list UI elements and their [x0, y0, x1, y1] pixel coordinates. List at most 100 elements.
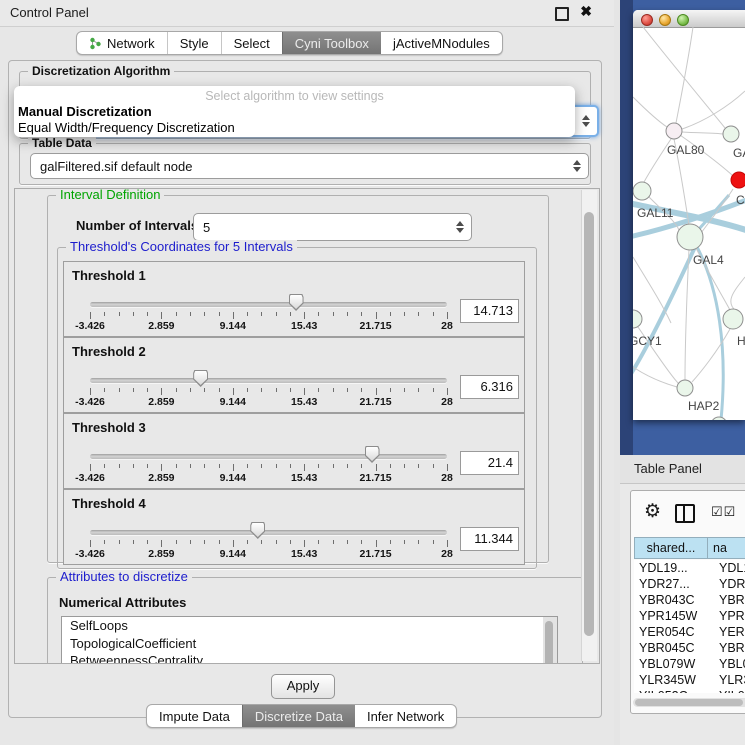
table-horizontal-scrollbar[interactable]	[633, 698, 745, 707]
threshold-value-field[interactable]: 6.316	[460, 375, 519, 399]
table-row[interactable]: YIL052CYIL0	[634, 688, 745, 693]
slider-tick	[418, 540, 419, 544]
table-cell-shared-name: YER054C	[634, 625, 713, 639]
threshold-value-field[interactable]: 21.4	[460, 451, 519, 475]
network-canvas[interactable]: GAL80GACGAL11GAL4GCY1HHAP2	[633, 27, 745, 420]
slider-tick-label: 2.859	[148, 548, 174, 560]
slider-tick	[176, 540, 177, 544]
slider-thumb[interactable]	[250, 522, 265, 539]
slider-tick-label: 28	[441, 396, 453, 408]
slider-tick-labels: -3.4262.8599.14415.4321.71528	[90, 396, 447, 408]
table-row[interactable]: YBR045CYBR0	[634, 640, 745, 656]
slider-tick	[333, 388, 334, 392]
numerical-attribute-item[interactable]: SelfLoops	[62, 617, 544, 635]
slider-tick	[433, 540, 434, 544]
select-columns-icon[interactable]: ☑☑	[711, 504, 736, 520]
tab-select[interactable]: Select	[221, 32, 282, 54]
algorithm-option-equal-width[interactable]: Equal Width/Frequency Discretization	[14, 120, 575, 136]
network-node[interactable]	[723, 309, 743, 329]
number-of-intervals-spinner[interactable]: 5	[193, 213, 472, 241]
slider-tick	[233, 464, 234, 471]
table-row[interactable]: YDR27...YDR2	[634, 576, 745, 592]
slider-tick	[133, 540, 134, 544]
slider-tick-label: -3.426	[75, 548, 105, 560]
network-view-window: GAL80GACGAL11GAL4GCY1HHAP2	[633, 10, 745, 420]
slider-tick-label: 15.43	[291, 548, 317, 560]
settings-vertical-scrollbar[interactable]	[581, 190, 597, 661]
slider-tick	[219, 540, 220, 544]
network-node[interactable]	[633, 310, 642, 328]
slider-tick-label: 28	[441, 548, 453, 560]
network-icon	[89, 37, 102, 50]
table-row[interactable]: YLR345WYLR3	[634, 672, 745, 688]
minimize-traffic-light[interactable]	[659, 14, 671, 26]
network-node[interactable]	[723, 126, 739, 142]
gear-icon[interactable]: ⚙	[644, 500, 661, 523]
table-row[interactable]: YBR043CYBR0	[634, 592, 745, 608]
tab-impute-data[interactable]: Impute Data	[147, 705, 242, 727]
table-cell-name: YLR3	[713, 673, 745, 687]
tab-cyni-toolbox[interactable]: Cyni Toolbox	[282, 32, 381, 54]
slider-tick-label: 9.144	[220, 320, 246, 332]
slider-track[interactable]	[90, 378, 447, 383]
number-of-intervals-value: 5	[203, 220, 210, 235]
slider-tick-label: 15.43	[291, 320, 317, 332]
slider-tick	[247, 464, 248, 468]
slider-tick	[376, 388, 377, 395]
threshold-value-field[interactable]: 11.344	[460, 527, 519, 551]
tab-discretize-data[interactable]: Discretize Data	[242, 705, 355, 727]
close-icon[interactable]: ✖	[580, 3, 592, 20]
scrollbar-thumb[interactable]	[635, 699, 743, 706]
network-node[interactable]	[711, 417, 727, 420]
slider-tick	[447, 464, 448, 471]
slider-thumb[interactable]	[365, 446, 380, 463]
table-row[interactable]: YBL079WYBL0	[634, 656, 745, 672]
threshold-value-field[interactable]: 14.713	[460, 299, 519, 323]
slider-ticks	[90, 388, 447, 396]
tab-style[interactable]: Style	[167, 32, 221, 54]
scrollbar-thumb[interactable]	[584, 212, 594, 636]
slider-tick-label: 9.144	[220, 548, 246, 560]
attributes-list-scrollbar[interactable]	[543, 616, 558, 664]
slider-track[interactable]	[90, 454, 447, 459]
table-row[interactable]: YDL19...YDL1	[634, 560, 745, 576]
network-node-label: GAL4	[693, 253, 724, 267]
scrollbar-thumb[interactable]	[545, 621, 553, 664]
numerical-attributes-list[interactable]: SelfLoopsTopologicalCoefficientBetweenne…	[61, 616, 545, 664]
table-row[interactable]: YER054CYER0	[634, 624, 745, 640]
slider-tick	[304, 312, 305, 319]
numerical-attribute-item[interactable]: BetweennessCentrality	[62, 652, 544, 664]
slider-tick	[318, 464, 319, 468]
float-window-icon[interactable]	[555, 7, 569, 21]
slider-track[interactable]	[90, 302, 447, 307]
slider-tick	[376, 464, 377, 471]
network-node[interactable]	[677, 380, 693, 396]
threshold-label: Threshold 4	[72, 496, 146, 511]
tab-network[interactable]: Network	[77, 32, 167, 54]
column-header-shared-name[interactable]: shared...	[634, 537, 708, 559]
close-traffic-light[interactable]	[641, 14, 653, 26]
tab-infer-network[interactable]: Infer Network	[355, 705, 456, 727]
apply-button[interactable]: Apply	[271, 674, 335, 699]
zoom-traffic-light[interactable]	[677, 14, 689, 26]
numerical-attribute-item[interactable]: TopologicalCoefficient	[62, 635, 544, 653]
slider-tick	[404, 464, 405, 468]
network-node[interactable]	[633, 182, 651, 200]
panel-title: Control Panel	[10, 5, 89, 20]
table-row[interactable]: YPR145WYPR1	[634, 608, 745, 624]
column-header-name[interactable]: na	[708, 537, 745, 559]
threshold-sliders: Threshold 1-3.4262.8599.14415.4321.71528…	[63, 261, 525, 563]
split-columns-icon[interactable]	[675, 504, 695, 523]
table-panel: Table Panel ⚙ ☑☑ shared... na YDL19...YD…	[620, 455, 745, 745]
slider-thumb[interactable]	[289, 294, 304, 311]
slider-tick	[233, 312, 234, 319]
network-node[interactable]	[731, 172, 745, 188]
network-window-titlebar[interactable]	[633, 10, 745, 28]
slider-track[interactable]	[90, 530, 447, 535]
slider-thumb[interactable]	[193, 370, 208, 387]
network-node[interactable]	[666, 123, 682, 139]
algorithm-option-manual[interactable]: Manual Discretization	[14, 104, 575, 120]
network-node[interactable]	[677, 224, 703, 250]
table-data-combobox[interactable]: galFiltered.sif default node	[30, 153, 589, 179]
tab-jactivemnodules[interactable]: jActiveMNodules	[381, 32, 502, 54]
